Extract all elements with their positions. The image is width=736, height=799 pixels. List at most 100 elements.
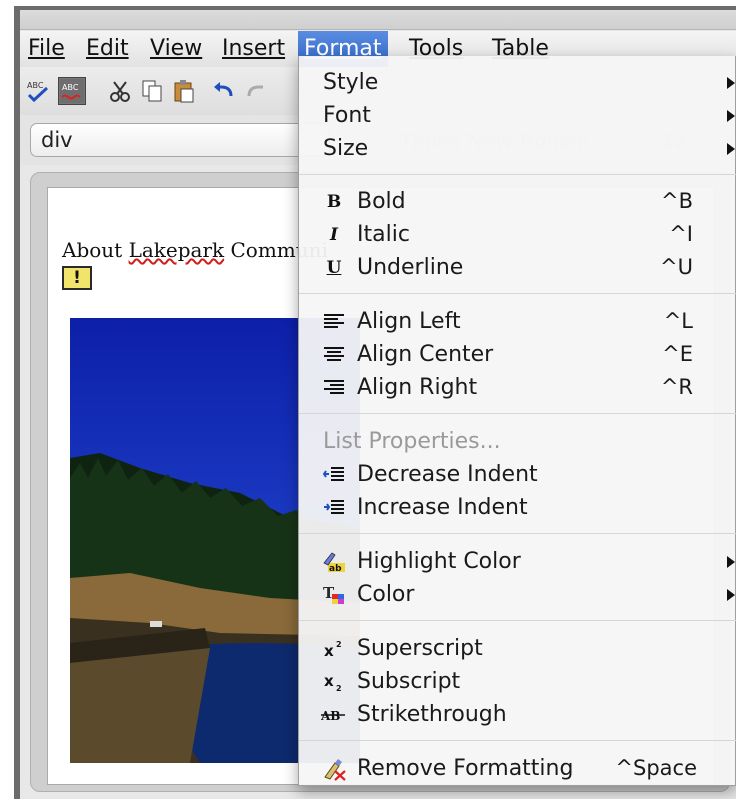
menu-item-font[interactable]: Font xyxy=(299,99,736,132)
align-left-icon xyxy=(321,310,347,334)
align-center-shortcut: ^E xyxy=(662,342,693,366)
highlight-color-icon: ab xyxy=(321,550,347,574)
submenu-arrow-icon xyxy=(727,589,735,601)
align-right-shortcut: ^R xyxy=(660,375,693,399)
anchor-marker-icon[interactable]: ! xyxy=(62,266,92,290)
underline-icon: U xyxy=(326,258,342,278)
font-text: Font xyxy=(323,103,371,128)
menu-item-align-left[interactable]: Align Left ^L xyxy=(299,305,736,338)
menu-item-strikethrough[interactable]: AB Strikethrough xyxy=(299,698,736,731)
menu-item-size[interactable]: Size xyxy=(299,132,736,165)
svg-text:ABC: ABC xyxy=(62,83,79,92)
menu-item-color[interactable]: T Color xyxy=(299,578,736,611)
strikethrough-icon: AB xyxy=(321,703,347,727)
cut-icon[interactable] xyxy=(106,77,134,105)
menu-edit-label: Edit xyxy=(86,36,129,61)
undo-icon[interactable] xyxy=(210,77,238,105)
svg-text:ab: ab xyxy=(329,564,342,573)
menu-separator xyxy=(299,533,736,534)
live-spell-check-icon[interactable]: ABC xyxy=(58,77,86,105)
decrease-indent-label: Decrease Indent xyxy=(357,462,538,487)
menu-item-underline[interactable]: U Underline ^U xyxy=(299,251,736,284)
subscript-label: Subscript xyxy=(357,669,461,694)
align-right-icon xyxy=(321,376,347,400)
menu-view-label: View xyxy=(150,36,203,61)
menu-file[interactable]: File xyxy=(22,31,71,67)
list-properties-label: List Properties... xyxy=(323,429,501,454)
screenshot-frame: File Edit View Insert Format Tools Table… xyxy=(0,0,736,799)
font-label: Font xyxy=(323,99,371,132)
menu-item-align-right[interactable]: Align Right ^R xyxy=(299,371,736,404)
align-center-label: Align Center xyxy=(357,342,494,367)
menu-item-bold[interactable]: B Bold ^B xyxy=(299,185,736,218)
increase-indent-icon xyxy=(321,496,347,520)
menu-item-subscript[interactable]: x2 Subscript xyxy=(299,665,736,698)
text-color-icon: T xyxy=(321,583,347,607)
menu-item-superscript[interactable]: x2 Superscript xyxy=(299,632,736,665)
style-label: Style xyxy=(323,66,378,99)
submenu-arrow-icon xyxy=(727,110,735,122)
remove-formatting-icon xyxy=(321,757,347,781)
paragraph-format-value: div xyxy=(41,128,73,152)
menu-item-align-center[interactable]: Align Center ^E xyxy=(299,338,736,371)
increase-indent-label: Increase Indent xyxy=(357,495,528,520)
menu-item-italic[interactable]: I Italic ^I xyxy=(299,218,736,251)
menu-separator xyxy=(299,740,736,741)
svg-text:2: 2 xyxy=(336,684,342,692)
spell-check-icon[interactable]: ABC xyxy=(24,77,52,105)
menu-view[interactable]: View xyxy=(144,31,208,67)
align-left-shortcut: ^L xyxy=(663,309,693,333)
italic-shortcut: ^I xyxy=(669,222,693,246)
color-label: Color xyxy=(357,582,415,607)
strikethrough-label: Strikethrough xyxy=(357,702,507,727)
menu-edit[interactable]: Edit xyxy=(80,31,135,67)
copy-icon[interactable] xyxy=(138,77,166,105)
misspelled-word[interactable]: Lakepark xyxy=(129,238,225,262)
bold-icon: B xyxy=(326,192,342,212)
svg-text:AB: AB xyxy=(321,709,340,723)
menu-separator xyxy=(299,413,736,414)
format-menu-dropdown: Style Font Size B Bold ^B I Italic ^I U … xyxy=(298,56,736,786)
submenu-arrow-icon xyxy=(727,556,735,568)
anchor-marker-symbol: ! xyxy=(73,268,81,288)
paste-icon[interactable] xyxy=(170,77,198,105)
highlight-color-label: Highlight Color xyxy=(357,549,521,574)
menu-item-increase-indent[interactable]: Increase Indent xyxy=(299,491,736,524)
menu-separator xyxy=(299,293,736,294)
submenu-arrow-icon xyxy=(727,143,735,155)
menu-item-highlight-color[interactable]: ab Highlight Color xyxy=(299,545,736,578)
menu-separator xyxy=(299,620,736,621)
menu-insert-label: Insert xyxy=(222,36,286,61)
menu-item-remove-formatting[interactable]: Remove Formatting ^Space xyxy=(299,752,736,785)
superscript-label: Superscript xyxy=(357,636,483,661)
menu-file-label: File xyxy=(28,36,65,61)
menu-separator xyxy=(299,174,736,175)
remove-formatting-label: Remove Formatting xyxy=(357,756,574,781)
subscript-icon: x2 xyxy=(321,670,347,694)
redo-icon[interactable] xyxy=(242,77,270,105)
underline-shortcut: ^U xyxy=(660,255,693,279)
size-text: Size xyxy=(323,136,369,161)
heading-text-start: About xyxy=(62,238,129,262)
size-label: Size xyxy=(323,132,368,165)
submenu-arrow-icon xyxy=(727,77,735,89)
align-right-label: Align Right xyxy=(357,375,478,400)
editor-heading-text[interactable]: About Lakepark Communi xyxy=(62,238,328,262)
paragraph-format-select[interactable]: div xyxy=(30,123,330,157)
superscript-icon: x2 xyxy=(321,637,347,661)
italic-icon: I xyxy=(330,225,338,245)
menu-item-style[interactable]: Style xyxy=(299,66,736,99)
remove-formatting-shortcut: ^Space xyxy=(615,756,697,780)
svg-text:x: x xyxy=(324,642,334,659)
align-left-label: Align Left xyxy=(357,309,461,334)
style-text: Style xyxy=(323,70,379,95)
menu-insert[interactable]: Insert xyxy=(216,31,291,67)
menu-item-decrease-indent[interactable]: Decrease Indent xyxy=(299,458,736,491)
bold-shortcut: ^B xyxy=(660,189,693,213)
menu-item-list-properties[interactable]: List Properties... xyxy=(299,425,736,458)
italic-label: Italic xyxy=(357,222,410,247)
align-center-icon xyxy=(321,343,347,367)
title-bar xyxy=(20,10,736,30)
svg-text:ABC: ABC xyxy=(27,81,44,90)
underline-label: Underline xyxy=(357,255,464,280)
